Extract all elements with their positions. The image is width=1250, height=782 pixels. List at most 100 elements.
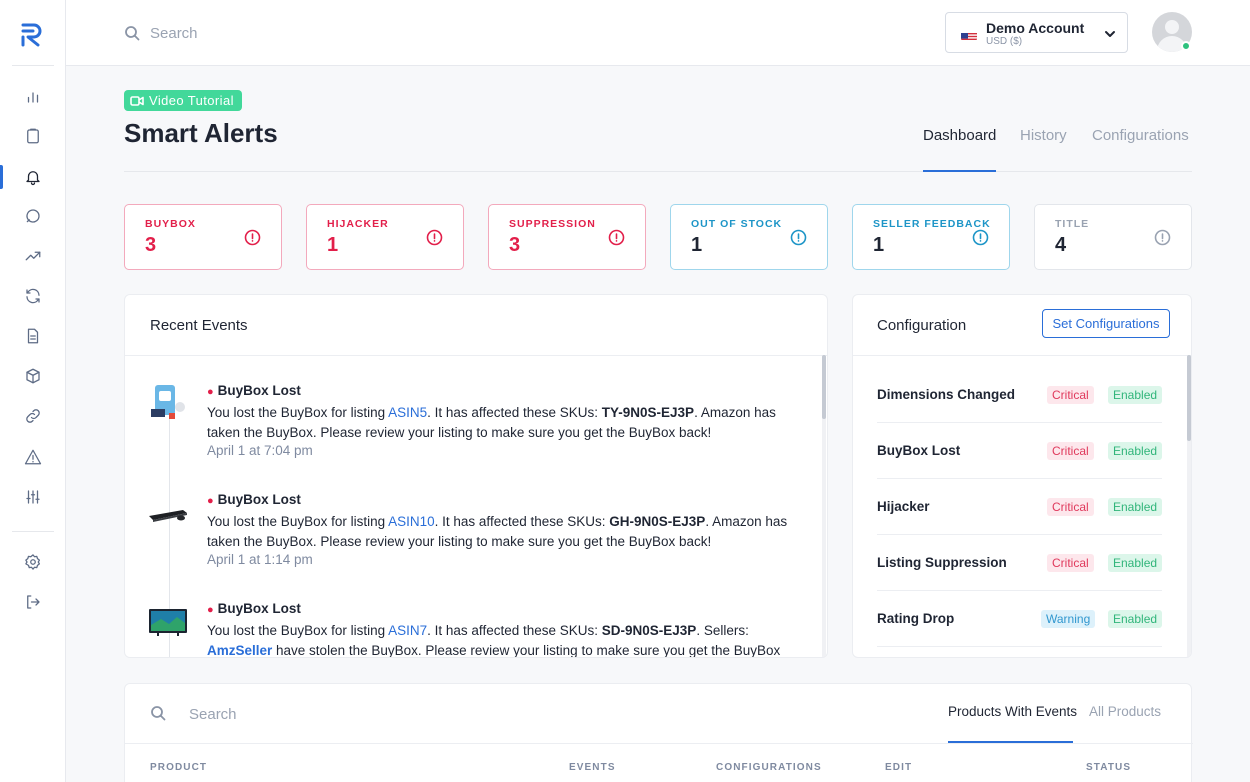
- product-thumbnail: [147, 383, 189, 423]
- product-search-input[interactable]: [189, 702, 489, 726]
- refresh-icon[interactable]: [21, 284, 45, 308]
- brand-logo[interactable]: [19, 20, 47, 48]
- event-title: ● BuyBox Lost: [207, 601, 301, 616]
- event-description: You lost the BuyBox for listing ASIN5. I…: [207, 405, 776, 440]
- status-badge: Enabled: [1108, 442, 1163, 460]
- stat-label: OUT OF STOCK: [691, 218, 783, 230]
- sku-text: TY-9N0S-EJ3P: [601, 405, 695, 420]
- sku-text: GH-9N0S-EJ3P: [609, 514, 706, 529]
- config-name: Rating Drop: [877, 611, 955, 626]
- stat-card-out-of-stock[interactable]: OUT OF STOCK 1: [670, 204, 828, 270]
- stat-value: 3: [509, 234, 521, 256]
- stat-label: TITLE: [1055, 218, 1090, 230]
- gear-icon[interactable]: [21, 550, 45, 574]
- event-title: ● BuyBox Lost: [207, 383, 301, 398]
- event-description: You lost the BuyBox for listing ASIN7. I…: [207, 623, 781, 658]
- warning-icon[interactable]: [21, 445, 45, 469]
- sidebar-active-indicator: [0, 165, 3, 189]
- alert-circle-icon: [1154, 229, 1171, 246]
- tab-configurations[interactable]: Configurations: [1092, 127, 1189, 144]
- card-divider: [125, 355, 827, 356]
- page-title: Smart Alerts: [124, 118, 278, 148]
- asin-link[interactable]: ASIN7: [388, 623, 427, 638]
- active-tab-indicator: [948, 741, 1073, 743]
- video-tutorial-label: Video Tutorial: [149, 93, 234, 108]
- account-name: Demo Account: [986, 20, 1085, 36]
- stat-card-hijacker[interactable]: HIJACKER 1: [306, 204, 464, 270]
- config-row[interactable]: BuyBox Lost Critical Enabled: [877, 423, 1163, 479]
- asin-link[interactable]: ASIN10: [388, 514, 435, 529]
- status-badge: Enabled: [1108, 610, 1163, 628]
- recent-events-title: Recent Events: [150, 317, 248, 334]
- link-icon[interactable]: [21, 404, 45, 428]
- config-row[interactable]: Listing Suppression Critical Enabled: [877, 535, 1163, 591]
- severity-badge: Critical: [1047, 498, 1094, 516]
- stat-card-seller-feedback[interactable]: SELLER FEEDBACK 1: [852, 204, 1010, 270]
- severity-badge: Critical: [1047, 442, 1094, 460]
- recent-events-card: Recent Events ● BuyBox Lost You lost the …: [124, 294, 828, 658]
- tab-dashboard[interactable]: Dashboard: [923, 127, 996, 144]
- config-name: BuyBox Lost: [877, 443, 961, 458]
- scrollbar-thumb[interactable]: [822, 355, 826, 419]
- stat-value: 3: [145, 234, 157, 256]
- tab-all-products[interactable]: All Products: [1089, 704, 1161, 719]
- event-time: April 1 at 7:04 pm: [207, 443, 313, 458]
- status-badge: Enabled: [1108, 498, 1163, 516]
- account-switcher[interactable]: Demo Account USD ($): [945, 12, 1128, 53]
- video-tutorial-button[interactable]: Video Tutorial: [124, 90, 242, 111]
- stat-card-suppression[interactable]: SUPPRESSION 3: [488, 204, 646, 270]
- header-divider: [124, 171, 1192, 172]
- tab-history[interactable]: History: [1020, 127, 1067, 144]
- asin-link[interactable]: ASIN5: [388, 405, 427, 420]
- tab-products-with-events[interactable]: Products With Events: [948, 704, 1077, 719]
- bar-chart-icon[interactable]: [21, 84, 45, 108]
- alert-circle-icon: [972, 229, 989, 246]
- scrollbar[interactable]: [1187, 355, 1191, 657]
- column-header-edit[interactable]: EDIT: [885, 762, 912, 773]
- bell-icon[interactable]: [21, 165, 45, 189]
- configuration-card: Configuration Set Configurations Dimensi…: [852, 294, 1192, 658]
- package-icon[interactable]: [21, 364, 45, 388]
- status-badge: Enabled: [1108, 386, 1163, 404]
- scrollbar[interactable]: [822, 355, 826, 657]
- product-thumbnail: [147, 494, 189, 534]
- stat-card-title[interactable]: TITLE 4: [1034, 204, 1192, 270]
- trending-up-icon[interactable]: [21, 244, 45, 268]
- config-name: Hijacker: [877, 499, 930, 514]
- chat-icon[interactable]: [21, 204, 45, 228]
- scrollbar-thumb[interactable]: [1187, 355, 1191, 441]
- stat-value: 1: [327, 234, 339, 256]
- stat-card-buybox[interactable]: BUYBOX 3: [124, 204, 282, 270]
- alert-circle-icon: [608, 229, 625, 246]
- stat-value: 4: [1055, 234, 1067, 256]
- logout-icon[interactable]: [21, 590, 45, 614]
- event-time: April 1 at 1:14 pm: [207, 552, 313, 567]
- event-description: You lost the BuyBox for listing ASIN10. …: [207, 514, 788, 549]
- search-input[interactable]: [150, 20, 450, 46]
- column-header-configurations[interactable]: CONFIGURATIONS: [716, 762, 822, 773]
- config-row[interactable]: Rating Drop Warning Enabled: [877, 591, 1163, 647]
- document-icon[interactable]: [21, 324, 45, 348]
- config-row[interactable]: Dimensions Changed Critical Enabled: [877, 367, 1163, 423]
- sku-text: SD-9N0S-EJ3P: [601, 623, 697, 638]
- card-divider: [125, 743, 1193, 744]
- top-bar: Demo Account USD ($): [66, 0, 1250, 66]
- search-icon: [124, 25, 140, 41]
- stat-label: HIJACKER: [327, 218, 389, 230]
- set-configurations-button[interactable]: Set Configurations: [1042, 309, 1170, 338]
- clipboard-icon[interactable]: [21, 124, 45, 148]
- seller-link[interactable]: AmzSeller: [207, 643, 272, 658]
- sidebar-divider: [12, 65, 54, 66]
- card-divider: [853, 355, 1191, 356]
- severity-badge: Warning: [1041, 610, 1096, 628]
- us-flag-icon: [961, 30, 977, 40]
- search-icon: [150, 705, 166, 721]
- alert-circle-icon: [244, 229, 261, 246]
- product-thumbnail: [147, 603, 189, 643]
- stat-value: 1: [691, 234, 703, 256]
- config-row[interactable]: Hijacker Critical Enabled: [877, 479, 1163, 535]
- column-header-status[interactable]: STATUS: [1086, 762, 1131, 773]
- column-header-events[interactable]: EVENTS: [569, 762, 616, 773]
- sliders-icon[interactable]: [21, 485, 45, 509]
- column-header-product[interactable]: PRODUCT: [150, 762, 207, 773]
